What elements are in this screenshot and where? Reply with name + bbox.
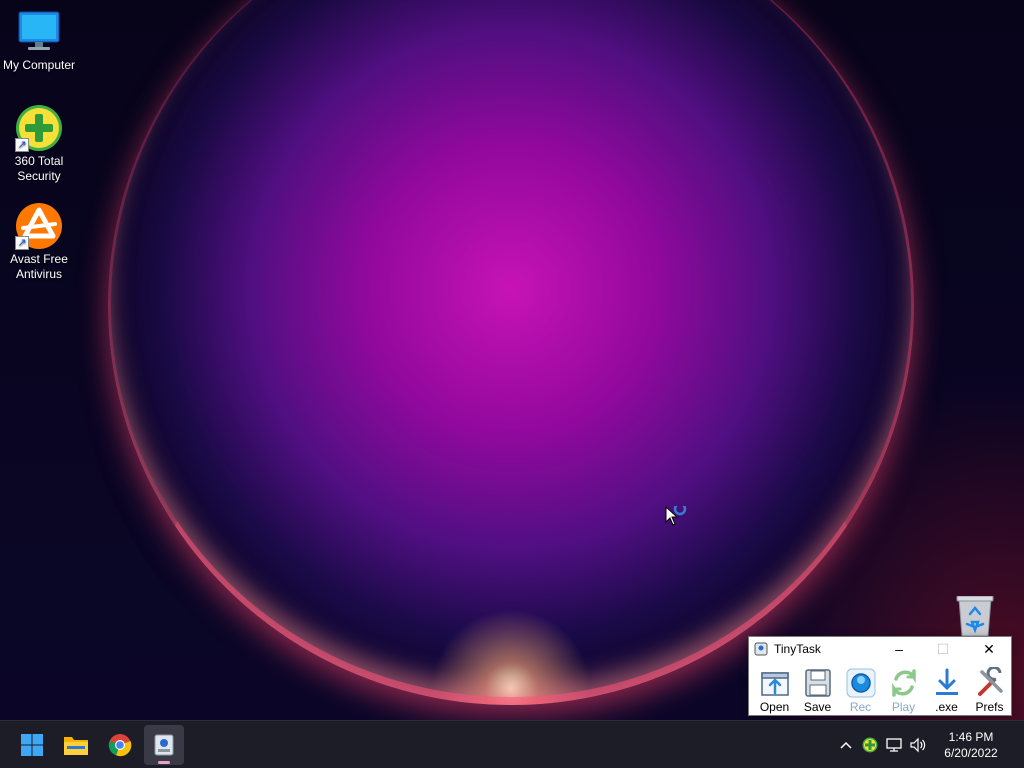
shortcut-arrow-icon: ↗ xyxy=(15,236,29,250)
taskbar-tinytask[interactable] xyxy=(144,725,184,765)
avast-icon: ↗ xyxy=(15,202,63,250)
record-button[interactable]: Rec xyxy=(839,661,882,715)
close-button[interactable]: ✕ xyxy=(967,637,1011,661)
taskbar: 1:46 PM 6/20/2022 xyxy=(0,720,1024,768)
compile-exe-button[interactable]: .exe xyxy=(925,661,968,715)
monitor-icon xyxy=(15,8,63,56)
desktop-icon-label: My Computer xyxy=(2,58,76,72)
tray-360-security-icon[interactable] xyxy=(858,733,882,757)
clock-time: 1:46 PM xyxy=(948,730,994,744)
system-tray: 1:46 PM 6/20/2022 xyxy=(834,721,1024,768)
desktop-icon-avast-free-antivirus[interactable]: ↗ Avast Free Antivirus xyxy=(0,202,78,282)
mouse-cursor xyxy=(665,502,691,533)
minimize-button[interactable]: – xyxy=(877,637,921,661)
windows-start-icon xyxy=(21,734,43,756)
360-security-icon: ↗ xyxy=(15,104,63,152)
network-icon[interactable] xyxy=(882,733,906,757)
play-label: Play xyxy=(891,700,916,714)
prefs-icon xyxy=(977,667,1003,696)
compile-exe-icon xyxy=(935,668,958,695)
play-button[interactable]: Play xyxy=(882,661,925,715)
play-icon xyxy=(891,669,916,697)
tinytask-window[interactable]: TinyTask – ☐ ✕ Open Save Rec Play .exe P… xyxy=(748,636,1012,716)
taskbar-chrome[interactable] xyxy=(100,725,140,765)
clock-date: 6/20/2022 xyxy=(944,746,998,760)
folder-icon xyxy=(64,737,88,755)
start-button[interactable] xyxy=(12,725,52,765)
desktop-icon-my-computer[interactable]: My Computer xyxy=(0,8,78,73)
prefs-button[interactable]: Prefs xyxy=(968,661,1011,715)
open-icon xyxy=(760,672,789,696)
tinytask-titlebar[interactable]: TinyTask – ☐ ✕ xyxy=(749,637,1011,661)
desktop-icon-label: Avast Free Antivirus xyxy=(10,252,68,281)
save-label: Save xyxy=(803,700,832,714)
chrome-icon xyxy=(108,734,132,757)
taskbar-clock[interactable]: 1:46 PM 6/20/2022 xyxy=(936,729,1006,761)
taskbar-file-explorer[interactable] xyxy=(56,725,96,765)
volume-icon[interactable] xyxy=(906,733,930,757)
tinytask-toolbar: Open Save Rec Play .exe Prefs xyxy=(749,661,1011,715)
open-label: Open xyxy=(759,700,790,714)
prefs-label: Prefs xyxy=(975,700,1004,714)
tinytask-icon xyxy=(154,734,174,756)
tinytask-title: TinyTask xyxy=(774,642,821,656)
shortcut-arrow-icon: ↗ xyxy=(15,138,29,152)
tinytask-app-icon xyxy=(754,642,768,656)
maximize-button[interactable]: ☐ xyxy=(921,637,965,661)
save-button[interactable]: Save xyxy=(796,661,839,715)
record-icon xyxy=(846,668,875,698)
recycle-bin-icon[interactable] xyxy=(952,595,998,637)
desktop-wallpaper xyxy=(0,0,1024,720)
save-icon xyxy=(804,669,831,697)
open-button[interactable]: Open xyxy=(753,661,796,715)
record-label: Rec xyxy=(849,700,872,714)
compile-exe-label: .exe xyxy=(935,700,958,714)
desktop-icon-label: 360 Total Security xyxy=(14,154,64,183)
tray-overflow-chevron-icon[interactable] xyxy=(834,733,858,757)
desktop-icon-360-total-security[interactable]: ↗ 360 Total Security xyxy=(0,104,78,184)
